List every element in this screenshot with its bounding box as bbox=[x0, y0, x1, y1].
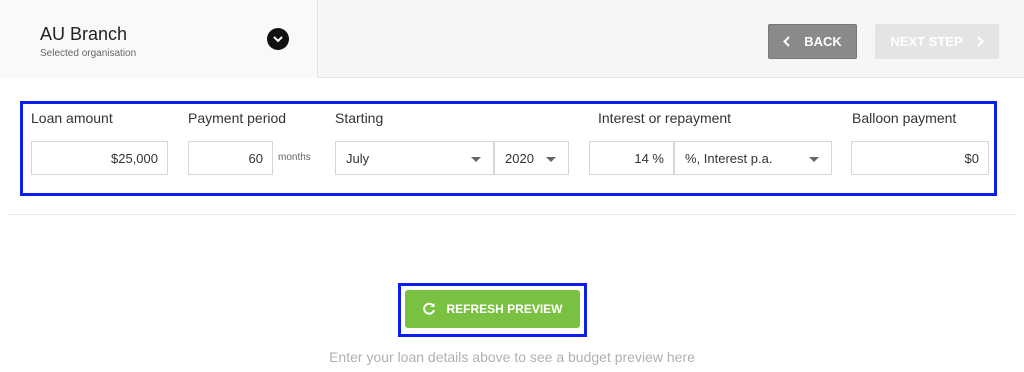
chevron-right-icon bbox=[976, 36, 984, 47]
next-step-button[interactable]: NEXT STEP bbox=[875, 24, 999, 59]
dropdown-caret-icon bbox=[471, 157, 481, 162]
refresh-icon bbox=[423, 302, 436, 315]
balloon-payment-input[interactable]: $0 bbox=[851, 141, 989, 175]
balloon-payment-value: $0 bbox=[964, 150, 979, 166]
starting-label: Starting bbox=[335, 110, 384, 126]
loan-amount-value: $25,000 bbox=[111, 150, 158, 166]
refresh-preview-button[interactable]: REFRESH PREVIEW bbox=[405, 290, 580, 328]
payment-period-unit: months bbox=[278, 152, 311, 163]
payment-period-value: 60 bbox=[248, 150, 263, 166]
top-bar: AU Branch Selected organisation BACK NEX… bbox=[0, 0, 1024, 78]
balloon-payment-label: Balloon payment bbox=[852, 110, 957, 126]
organisation-name: AU Branch bbox=[40, 24, 128, 44]
interest-rate-value: 14 % bbox=[634, 150, 664, 166]
organisation-subtitle: Selected organisation bbox=[40, 48, 137, 59]
starting-year-select[interactable]: 2020 bbox=[494, 141, 569, 175]
dropdown-caret-icon bbox=[809, 157, 819, 162]
back-label: BACK bbox=[804, 34, 842, 49]
chevron-down-icon[interactable] bbox=[267, 28, 289, 50]
back-button[interactable]: BACK bbox=[768, 24, 857, 59]
interest-label: Interest or repayment bbox=[598, 110, 732, 126]
interest-rate-input[interactable]: 14 % bbox=[589, 141, 674, 175]
payment-period-input[interactable]: 60 bbox=[188, 141, 273, 175]
starting-month-value: July bbox=[346, 150, 370, 166]
next-step-label: NEXT STEP bbox=[890, 34, 963, 49]
refresh-preview-label: REFRESH PREVIEW bbox=[446, 302, 563, 316]
interest-type-value: %, Interest p.a. bbox=[685, 150, 773, 166]
payment-period-label: Payment period bbox=[188, 110, 287, 126]
chevron-left-icon bbox=[783, 36, 790, 47]
organisation-selector[interactable]: AU Branch Selected organisation bbox=[0, 0, 318, 78]
starting-year-value: 2020 bbox=[505, 150, 534, 166]
preview-hint: Enter your loan details above to see a b… bbox=[329, 349, 695, 365]
dropdown-caret-icon bbox=[546, 157, 556, 162]
starting-month-select[interactable]: July bbox=[335, 141, 494, 175]
interest-type-select[interactable]: %, Interest p.a. bbox=[674, 141, 832, 175]
loan-amount-label: Loan amount bbox=[31, 110, 113, 126]
loan-amount-input[interactable]: $25,000 bbox=[31, 141, 168, 175]
divider bbox=[8, 214, 1016, 215]
